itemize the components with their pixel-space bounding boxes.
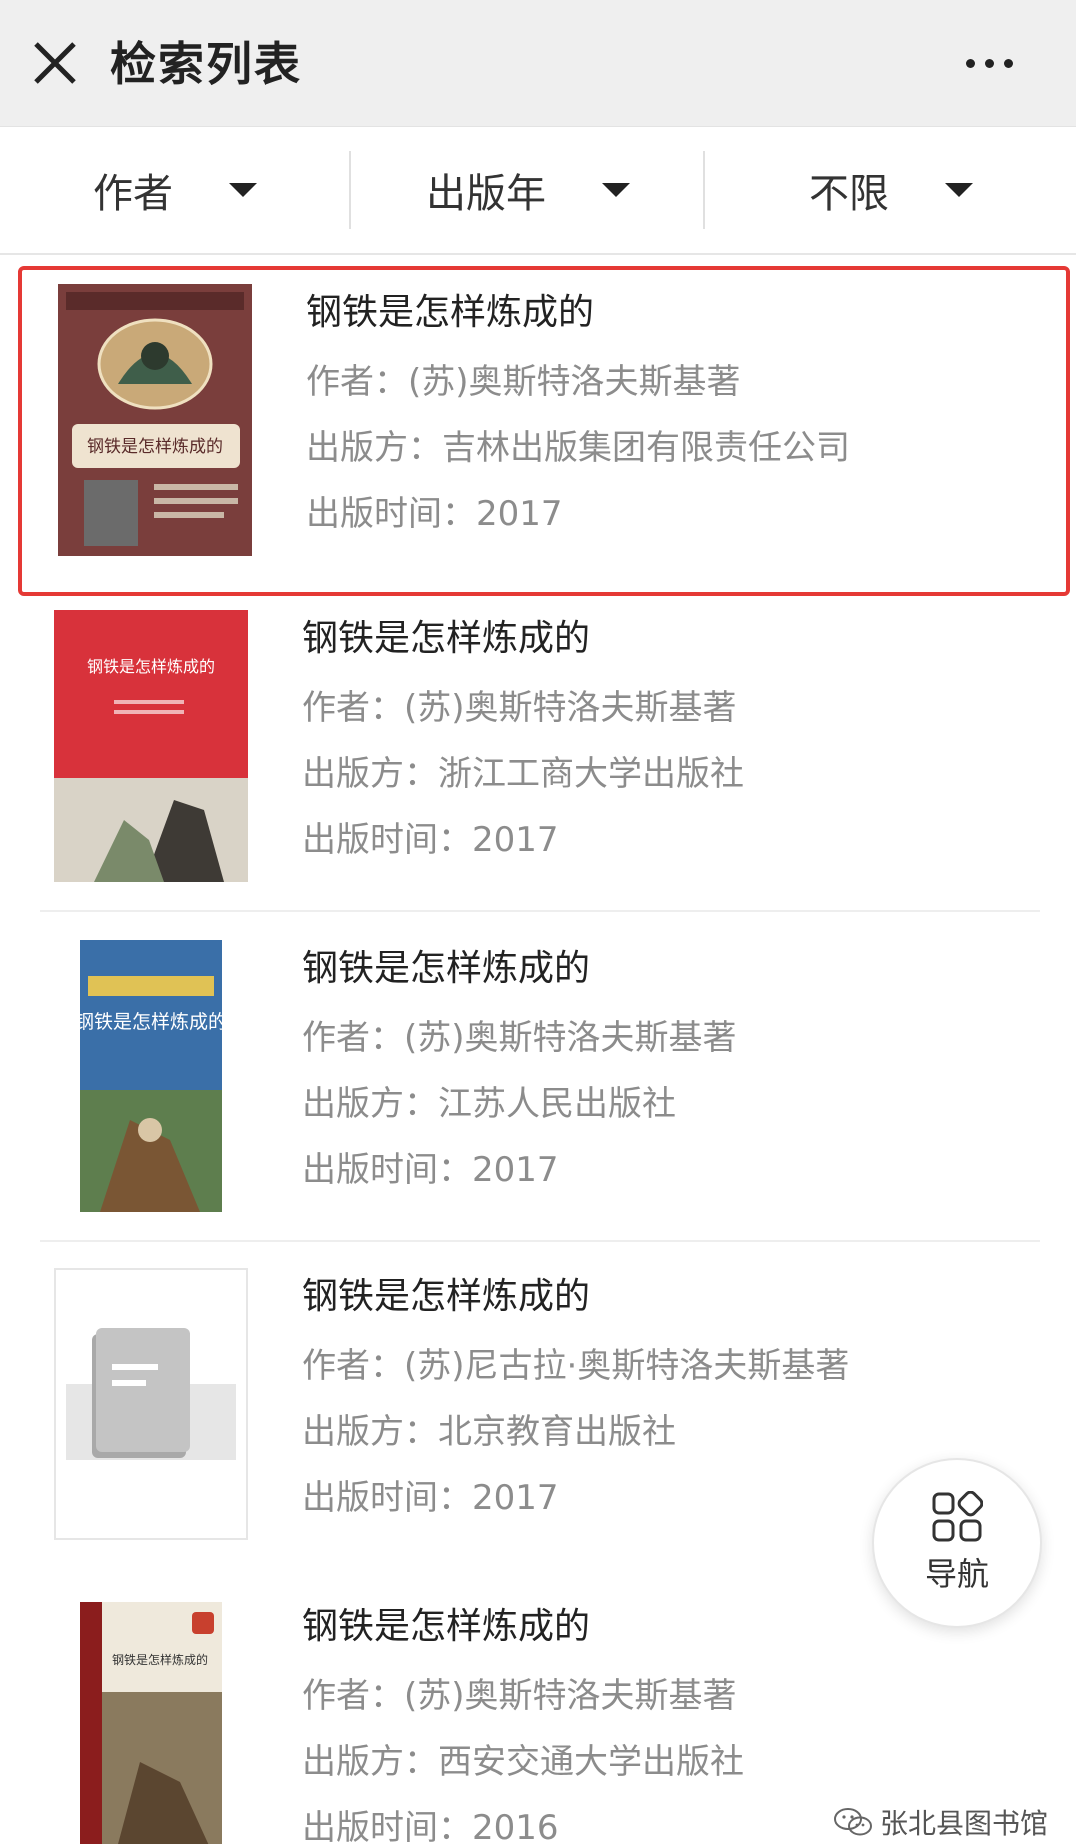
result-item[interactable]: 钢铁是怎样炼成的 钢铁是怎样炼成的 作者：(苏)奥斯特洛夫斯基著 出版方：浙江工… <box>18 596 1070 926</box>
book-year: 出版时间：2017 <box>302 1478 559 1518</box>
nav-label: 导航 <box>924 1555 989 1593</box>
result-info: 钢铁是怎样炼成的 作者：(苏)奥斯特洛夫斯基著 出版方：吉林出版集团有限责任公司… <box>306 288 850 536</box>
book-author: 作者：(苏)奥斯特洛夫斯基著 <box>302 688 737 728</box>
grid-nav-icon <box>932 1491 983 1542</box>
cover-title: 钢铁是怎样炼成的 <box>87 657 215 676</box>
book-year: 出版时间：2017 <box>302 820 559 860</box>
book-placeholder-icon <box>66 1328 236 1460</box>
caret-down-icon <box>602 183 630 197</box>
result-item[interactable]: 钢铁是怎样炼成的 钢铁是怎样炼成的 作者：(苏)奥斯特洛夫斯基著 出版方：江苏人… <box>18 926 1070 1256</box>
caret-down-icon <box>229 183 257 197</box>
close-button[interactable] <box>30 38 80 88</box>
cover-title: 钢铁是怎样炼成的 <box>87 437 223 457</box>
book-author: 作者：(苏)奥斯特洛夫斯基著 <box>302 1018 737 1058</box>
more-dots-icon <box>966 58 975 68</box>
divider <box>40 1240 1040 1242</box>
cover-title: 钢铁是怎样炼成的 <box>112 1652 208 1667</box>
book-publisher: 出版方：浙江工商大学出版社 <box>302 754 744 794</box>
filter-label: 出版年 <box>426 171 546 217</box>
book-publisher: 出版方：西安交通大学出版社 <box>302 1742 744 1782</box>
filter-author-dropdown[interactable]: 作者 <box>0 127 350 253</box>
more-menu-button[interactable] <box>966 50 1030 76</box>
book-title: 钢铁是怎样炼成的 <box>302 1276 591 1317</box>
caret-down-icon <box>945 183 973 197</box>
book-author: 作者：(苏)尼古拉·奥斯特洛夫斯基著 <box>302 1346 850 1386</box>
top-bar: 检索列表 <box>0 0 1076 127</box>
book-author: 作者：(苏)奥斯特洛夫斯基著 <box>302 1676 737 1716</box>
placeholder-cover <box>54 1268 248 1540</box>
result-info: 钢铁是怎样炼成的 作者：(苏)奥斯特洛夫斯基著 出版方：浙江工商大学出版社 出版… <box>302 614 744 862</box>
book-year: 出版时间：2017 <box>306 494 563 534</box>
divider <box>349 151 351 229</box>
watermark-text: 张北县图书馆 <box>880 1807 1049 1840</box>
result-info: 钢铁是怎样炼成的 作者：(苏)奥斯特洛夫斯基著 出版方：西安交通大学出版社 出版… <box>302 1602 744 1844</box>
filter-range-dropdown[interactable]: 不限 <box>706 127 1076 253</box>
book-title: 钢铁是怎样炼成的 <box>302 618 591 659</box>
book-publisher: 出版方：吉林出版集团有限责任公司 <box>306 428 850 468</box>
cover-title: 钢铁是怎样炼成的 <box>80 1011 222 1033</box>
book-cover: 钢铁是怎样炼成的 <box>58 284 252 556</box>
book-cover: 钢铁是怎样炼成的 <box>80 940 222 1212</box>
nav-floating-button[interactable]: 导航 <box>872 1458 1042 1628</box>
result-info: 钢铁是怎样炼成的 作者：(苏)奥斯特洛夫斯基著 出版方：江苏人民出版社 出版时间… <box>302 944 737 1192</box>
book-title: 钢铁是怎样炼成的 <box>302 1606 591 1647</box>
result-item[interactable]: 钢铁是怎样炼成的 钢铁是怎样炼成的 作者：(苏)奥斯特洛夫斯基著 出版方：吉林出… <box>18 266 1070 596</box>
book-cover: 钢铁是怎样炼成的 <box>54 610 248 882</box>
filter-label: 作者 <box>93 171 173 217</box>
filter-label: 不限 <box>809 171 889 217</box>
book-title: 钢铁是怎样炼成的 <box>302 948 591 989</box>
book-publisher: 出版方：北京教育出版社 <box>302 1412 676 1452</box>
result-info: 钢铁是怎样炼成的 作者：(苏)尼古拉·奥斯特洛夫斯基著 出版方：北京教育出版社 … <box>302 1272 849 1520</box>
close-icon <box>34 42 76 84</box>
page-title: 检索列表 <box>110 37 302 91</box>
book-cover: 钢铁是怎样炼成的 <box>80 1602 222 1844</box>
book-year: 出版时间：2017 <box>302 1150 559 1190</box>
watermark: 张北县图书馆 <box>834 1804 1048 1840</box>
book-title: 钢铁是怎样炼成的 <box>306 292 595 333</box>
filter-bar: 作者 出版年 不限 <box>0 127 1076 255</box>
filter-year-dropdown[interactable]: 出版年 <box>352 127 704 253</box>
divider <box>40 910 1040 912</box>
wechat-logo-icon <box>834 1808 872 1836</box>
book-author: 作者：(苏)奥斯特洛夫斯基著 <box>306 362 741 402</box>
search-results-screen: 检索列表 作者 出版年 不限 钢铁是怎样炼成的 钢铁是怎样炼成的 作者：(苏)奥… <box>0 0 1076 1844</box>
book-year: 出版时间：2016 <box>302 1808 559 1844</box>
book-publisher: 出版方：江苏人民出版社 <box>302 1084 676 1124</box>
divider <box>703 151 705 229</box>
